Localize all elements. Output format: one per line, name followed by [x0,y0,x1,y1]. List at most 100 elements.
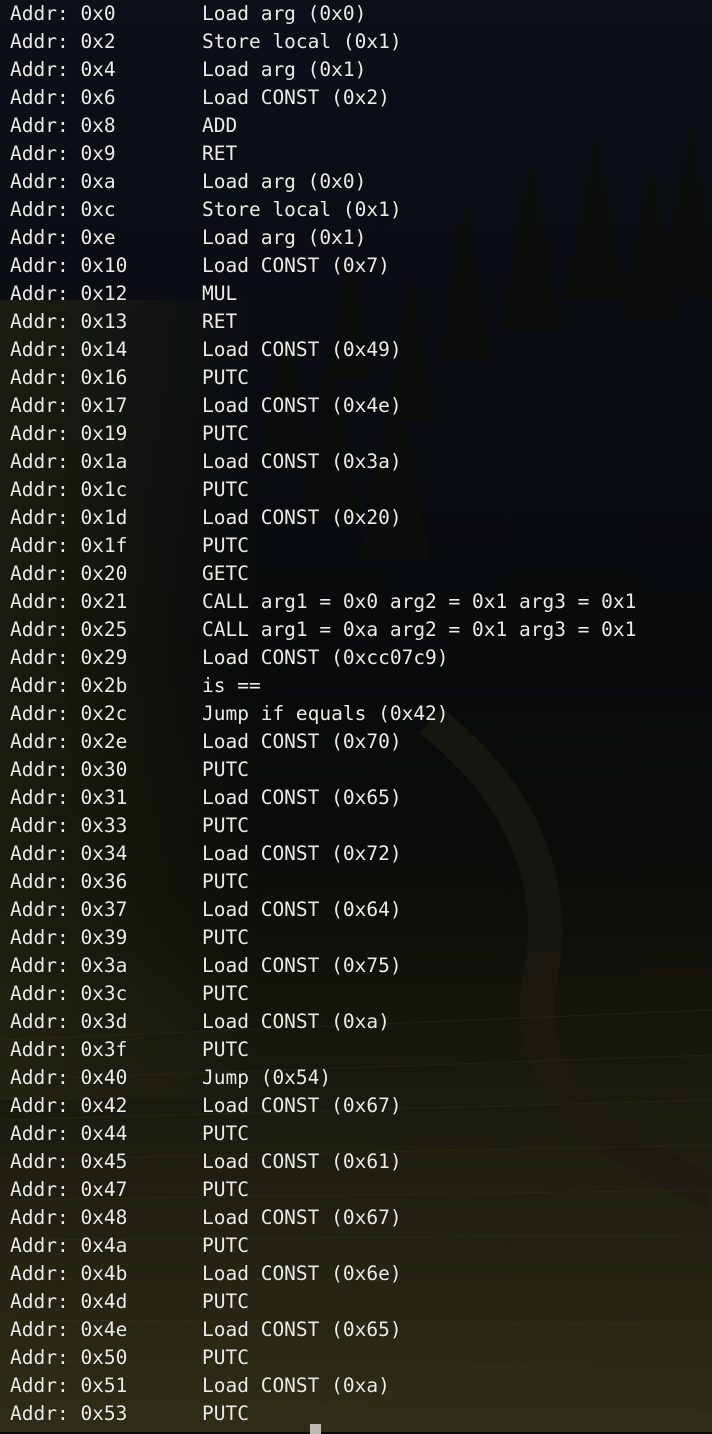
terminal-line: Addr: 0x3c PUTC [10,980,249,1008]
terminal-line: Addr: 0x3d Load CONST (0xa) [10,1008,390,1036]
instruction-text: Load CONST (0x6e) [202,1262,402,1285]
instruction-text: Jump (0x54) [202,1066,332,1089]
instruction-text: Jump if equals (0x42) [202,702,449,725]
instruction-text: PUTC [202,366,249,389]
address-text: Addr: 0x1c [10,478,128,501]
instruction-text: Load CONST (0xa) [202,1010,390,1033]
instruction-text: Load CONST (0x61) [202,1150,402,1173]
terminal-line: Addr: 0x8 ADD [10,112,237,140]
terminal-line: Addr: 0x12 MUL [10,280,237,308]
instruction-text: PUTC [202,926,249,949]
terminal-line: Addr: 0x0 Load arg (0x0) [10,0,366,28]
address-text: Addr: 0x2e [10,730,128,753]
address-text: Addr: 0x48 [10,1206,128,1229]
terminal-line: Addr: 0x2c Jump if equals (0x42) [10,700,449,728]
instruction-text: Load CONST (0x49) [202,338,402,361]
terminal-line: Addr: 0x1d Load CONST (0x20) [10,504,402,532]
terminal-line: Addr: 0xc Store local (0x1) [10,196,402,224]
instruction-text: PUTC [202,982,249,1005]
terminal-line: Addr: 0x29 Load CONST (0xcc07c9) [10,644,449,672]
instruction-text: PUTC [202,758,249,781]
address-text: Addr: 0x42 [10,1094,128,1117]
terminal-line: Addr: 0x3f PUTC [10,1036,249,1064]
terminal-line: Addr: 0x17 Load CONST (0x4e) [10,392,402,420]
instruction-text: Load CONST (0x2) [202,86,390,109]
terminal-line: Addr: 0x9 RET [10,140,237,168]
address-text: Addr: 0x3c [10,982,128,1005]
instruction-text: PUTC [202,1290,249,1313]
instruction-text: Load CONST (0x67) [202,1206,402,1229]
terminal-line: Addr: 0x44 PUTC [10,1120,249,1148]
terminal-line: Addr: 0x25 CALL arg1 = 0xa arg2 = 0x1 arg… [10,616,636,644]
terminal-line: Addr: 0x47 PUTC [10,1176,249,1204]
instruction-text: MUL [202,282,238,305]
address-text: Addr: 0x16 [10,366,128,389]
address-text: Addr: 0x19 [10,422,128,445]
address-text: Addr: 0x1a [10,450,128,473]
instruction-text: GETC [202,562,249,585]
terminal-line: Addr: 0x4 Load arg (0x1) [10,56,366,84]
instruction-text: RET [202,142,238,165]
instruction-text: Load CONST (0x65) [202,1318,402,1341]
address-text: Addr: 0x17 [10,394,128,417]
terminal-line: Addr: 0x10 Load CONST (0x7) [10,252,390,280]
terminal-line: Addr: 0x40 Jump (0x54) [10,1064,331,1092]
terminal-line: Addr: 0x51 Load CONST (0xa) [10,1372,390,1400]
address-text: Addr: 0x12 [10,282,128,305]
address-text: Addr: 0x33 [10,814,128,837]
address-text: Addr: 0x44 [10,1122,128,1145]
address-text: Addr: 0x50 [10,1346,128,1369]
terminal-line: Addr: 0x1f PUTC [10,532,249,560]
instruction-text: Store local (0x1) [202,30,402,53]
instruction-text: RET [202,310,238,333]
terminal-line: Addr: 0x39 PUTC [10,924,249,952]
terminal-output[interactable]: Addr: 0x0 Load arg (0x0) Addr: 0x2 Store lo… [0,0,712,1432]
address-text: Addr: 0x3d [10,1010,128,1033]
address-text: Addr: 0x40 [10,1066,128,1089]
address-text: Addr: 0x37 [10,898,128,921]
address-text: Addr: 0x45 [10,1150,128,1173]
instruction-text: PUTC [202,1402,249,1425]
terminal-line: Addr: 0x4b Load CONST (0x6e) [10,1260,402,1288]
instruction-text: Load CONST (0xcc07c9) [202,646,449,669]
instruction-text: PUTC [202,1122,249,1145]
instruction-text: Load CONST (0x65) [202,786,402,809]
address-text: Addr: 0xe [10,226,116,249]
terminal-line: Addr: 0x20 GETC [10,560,249,588]
address-text: Addr: 0x4a [10,1234,128,1257]
instruction-text: CALL arg1 = 0xa arg2 = 0x1 arg3 = 0x1 [202,618,637,641]
instruction-text: Store local (0x1) [202,198,402,221]
address-text: Addr: 0x4 [10,58,116,81]
terminal-line: Addr: 0x13 RET [10,308,237,336]
address-text: Addr: 0x1d [10,506,128,529]
address-text: Addr: 0x1f [10,534,128,557]
terminal-line: Addr: 0x19 PUTC [10,420,249,448]
address-text: Addr: 0x14 [10,338,128,361]
address-text: Addr: 0x2c [10,702,128,725]
terminal-line: Addr: 0x2e Load CONST (0x70) [10,728,402,756]
instruction-text: PUTC [202,1178,249,1201]
address-text: Addr: 0x34 [10,842,128,865]
address-text: Addr: 0x2b [10,674,128,697]
terminal-line: Addr: 0x2 Store local (0x1) [10,28,402,56]
instruction-text: PUTC [202,1234,249,1257]
terminal-line: Addr: 0x6 Load CONST (0x2) [10,84,390,112]
address-text: Addr: 0x4b [10,1262,128,1285]
instruction-text: Load arg (0x0) [202,170,367,193]
address-text: Addr: 0x9 [10,142,116,165]
instruction-text: Load CONST (0x64) [202,898,402,921]
terminal-line: Addr: 0x48 Load CONST (0x67) [10,1204,402,1232]
instruction-text: CALL arg1 = 0x0 arg2 = 0x1 arg3 = 0x1 [202,590,637,613]
terminal-line: Addr: 0x16 PUTC [10,364,249,392]
address-text: Addr: 0x51 [10,1374,128,1397]
address-text: Addr: 0x29 [10,646,128,669]
terminal-line: Addr: 0x3a Load CONST (0x75) [10,952,402,980]
terminal-line: Addr: 0x31 Load CONST (0x65) [10,784,402,812]
instruction-text: is == [202,674,261,697]
terminal-line: Addr: 0x4e Load CONST (0x65) [10,1316,402,1344]
terminal-line: Addr: 0x4d PUTC [10,1288,249,1316]
terminal-line: Addr: 0x53 PUTC [10,1400,249,1428]
address-text: Addr: 0x6 [10,86,116,109]
terminal-line: Addr: 0x33 PUTC [10,812,249,840]
terminal-line: Addr: 0x1c PUTC [10,476,249,504]
